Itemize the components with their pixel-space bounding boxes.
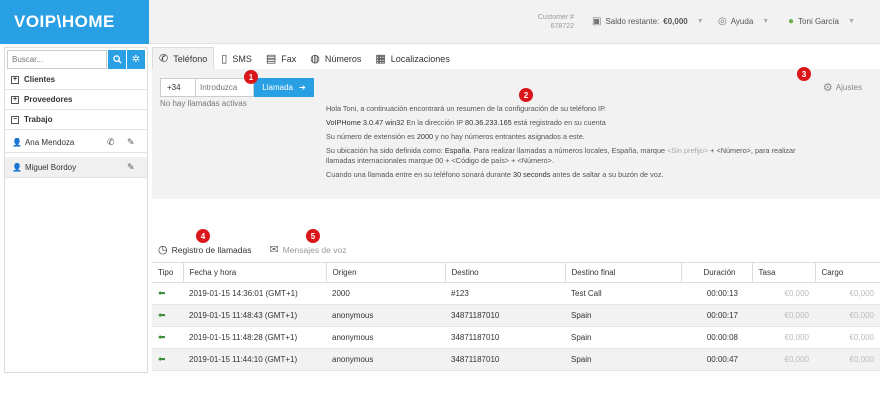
search-input[interactable]: [7, 50, 107, 69]
arrow-right-icon: ➔: [298, 83, 306, 92]
user-name: Toni García: [798, 17, 839, 26]
summary-registration: VoIPHome 3.0.47 win32 En la dirección IP…: [326, 118, 606, 127]
tab-fax[interactable]: ▤ Fax: [259, 47, 303, 69]
section-label: Proveedores: [24, 95, 73, 104]
lifebuoy-icon: ◎: [718, 16, 727, 27]
log-tabs: ◷ Registro de llamadas ✉ Mensajes de voz: [158, 243, 346, 256]
summary-extension: Su número de extensión es 2000 y no hay …: [326, 132, 585, 141]
person-icon: 👤: [12, 137, 22, 147]
section-trabajo[interactable]: − Trabajo: [5, 110, 147, 130]
table-row[interactable]: ⬅ 2019-01-15 11:48:28 (GMT+1) anonymous …: [152, 326, 880, 349]
tab-localizaciones[interactable]: ▦ Localizaciones: [368, 47, 456, 69]
incoming-arrow-icon: ⬅: [158, 310, 166, 320]
user-menu[interactable]: ● Toni García ▼: [788, 16, 855, 27]
tab-sms[interactable]: ▯ SMS: [214, 47, 259, 69]
search-button[interactable]: [107, 50, 126, 69]
edit-icon[interactable]: ✎: [127, 162, 135, 173]
balance-menu[interactable]: ▣ Saldo restante: €0,000 ▼: [592, 16, 704, 27]
gears-icon: ⚙: [822, 82, 833, 94]
table-row[interactable]: ⬅ 2019-01-15 11:44:10 (GMT+1) anonymous …: [152, 348, 880, 371]
collapse-icon: −: [11, 115, 19, 124]
chevron-down-icon: ▼: [762, 18, 770, 25]
call-button[interactable]: Llamada ➔: [254, 78, 314, 97]
top-header: VOIP\HOME Customer # 678722 ▣ Saldo rest…: [0, 0, 880, 44]
settings-button[interactable]: ✲: [126, 50, 145, 69]
col-duracion[interactable]: Duración: [680, 262, 752, 283]
callout-badge-4: 4: [196, 229, 210, 243]
tab-telefono[interactable]: ✆ Teléfono: [152, 47, 215, 69]
wallet-icon: ▣: [592, 16, 602, 27]
col-tasa[interactable]: Tasa: [751, 262, 815, 283]
settings-link[interactable]: ⚙ Ajustes: [823, 81, 862, 94]
no-active-calls: No hay llamadas activas: [160, 99, 247, 108]
person-icon: 👤: [12, 162, 22, 172]
main-tabs: ✆ Teléfono ▯ SMS ▤ Fax ◍ Números ▦ Local…: [152, 47, 457, 69]
callout-badge-3: 3: [797, 67, 811, 81]
table-row[interactable]: ⬅ 2019-01-15 14:36:01 (GMT+1) 2000 #123 …: [152, 282, 880, 305]
voiphome-logo[interactable]: VOIP\HOME: [0, 0, 149, 44]
phone-panel: +34 Llamada ➔ No hay llamadas activas ⚙ …: [152, 69, 880, 199]
table-row[interactable]: ⬅ 2019-01-15 11:48:43 (GMT+1) anonymous …: [152, 304, 880, 327]
tab-call-log[interactable]: ◷ Registro de llamadas: [158, 243, 251, 256]
col-destino-final[interactable]: Destino final: [564, 262, 681, 283]
customer-number: Customer # 678722: [537, 14, 574, 30]
callout-badge-1: 1: [244, 70, 258, 84]
country-prefix[interactable]: +34: [160, 78, 196, 97]
edit-icon[interactable]: ✎: [127, 137, 135, 148]
section-proveedores[interactable]: + Proveedores: [5, 90, 147, 110]
tab-numeros[interactable]: ◍ Números: [303, 47, 368, 69]
user-avatar-icon: ●: [788, 16, 795, 27]
incoming-arrow-icon: ⬅: [158, 332, 166, 342]
balance-value: €0,000: [663, 17, 688, 26]
col-fecha[interactable]: Fecha y hora: [182, 262, 326, 283]
call-log-table: Tipo Fecha y hora Origen Destino Destino…: [152, 262, 880, 371]
col-cargo[interactable]: Cargo: [814, 262, 880, 283]
contact-name: Ana Mendoza: [24, 137, 75, 147]
phone-icon: ✆: [159, 53, 169, 65]
phone-icon[interactable]: ✆: [107, 137, 115, 148]
table-header-row: Tipo Fecha y hora Origen Destino Destino…: [152, 262, 880, 283]
envelope-icon: ✉: [269, 244, 279, 256]
help-menu[interactable]: ◎ Ayuda ▼: [718, 16, 769, 27]
globe-icon: ◍: [310, 53, 320, 65]
section-clientes[interactable]: + Clientes: [5, 70, 147, 90]
summary-greeting: Hola Toni, a continuación encontrará un …: [326, 104, 607, 113]
contact-miguel-bordoy[interactable]: 👤 Miguel Bordoy ✎: [5, 157, 147, 178]
tab-voicemail[interactable]: ✉ Mensajes de voz: [269, 243, 346, 256]
incoming-arrow-icon: ⬅: [158, 288, 166, 298]
section-label: Clientes: [24, 75, 56, 84]
chevron-down-icon: ▼: [696, 18, 704, 25]
gear-icon: ✲: [131, 54, 141, 65]
col-origen[interactable]: Origen: [325, 262, 445, 283]
building-icon: ▦: [375, 53, 386, 65]
col-destino[interactable]: Destino: [444, 262, 565, 283]
phone-summary: Hola Toni, a continuación encontrará un …: [326, 104, 866, 184]
search-icon: [112, 55, 122, 64]
mobile-icon: ▯: [221, 53, 228, 65]
expand-icon: +: [11, 75, 19, 84]
summary-voicemail: Cuando una llamada entre en su teléfono …: [326, 170, 664, 179]
balance-label: Saldo restante:: [605, 17, 660, 26]
fax-icon: ▤: [265, 53, 277, 65]
col-tipo[interactable]: Tipo: [152, 262, 183, 283]
search-bar: ✲: [7, 50, 145, 69]
clock-icon: ◷: [158, 244, 168, 256]
callout-badge-5: 5: [306, 229, 320, 243]
help-label: Ayuda: [730, 17, 754, 26]
incoming-arrow-icon: ⬅: [158, 354, 166, 364]
summary-location: Su ubicación ha sido definida como: Espa…: [326, 146, 796, 165]
contact-name: Miguel Bordoy: [24, 162, 77, 172]
dialer: +34 Llamada ➔: [160, 78, 314, 97]
expand-icon: +: [11, 95, 19, 104]
section-label: Trabajo: [24, 115, 53, 124]
callout-badge-2: 2: [519, 88, 533, 102]
chevron-down-icon: ▼: [847, 18, 855, 25]
contact-ana-mendoza[interactable]: 👤 Ana Mendoza ✆ ✎: [5, 132, 147, 153]
contacts-sidebar: ✲ + Clientes + Proveedores − Trabajo 👤 A…: [4, 47, 148, 373]
